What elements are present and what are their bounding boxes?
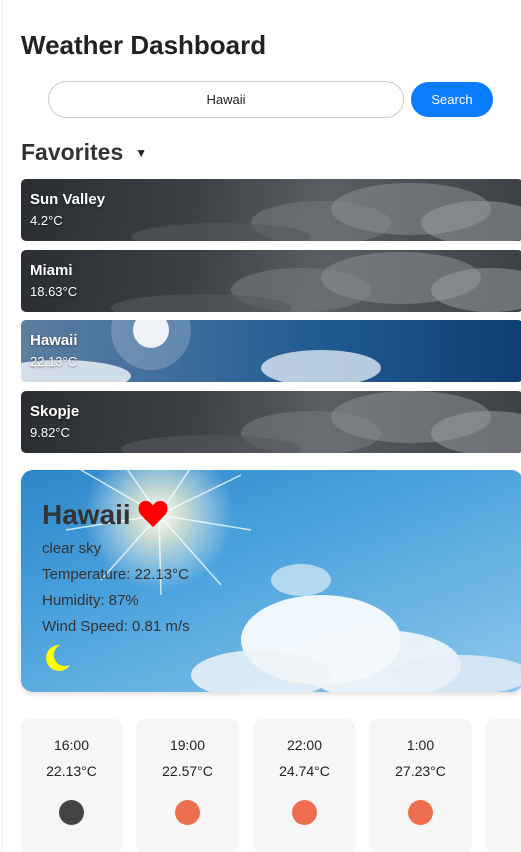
favorite-temp: 18.63°C — [30, 284, 78, 299]
temperature-text: Temperature: 22.13°C — [42, 566, 189, 583]
wind-speed-text: Wind Speed: 0.81 m/s — [42, 618, 190, 635]
heart-icon[interactable] — [138, 500, 168, 528]
forecast-time: 22:00 — [286, 737, 323, 753]
forecast-item: 1:00 27.23°C — [370, 719, 471, 852]
forecast-time: 1:00 — [406, 737, 435, 753]
favorite-name: Hawaii — [30, 332, 78, 349]
forecast-item: 19:00 22.57°C — [137, 719, 238, 852]
favorite-card-sun-valley[interactable]: Sun Valley 4.2°C — [21, 179, 521, 241]
favorite-name: Skopje — [30, 403, 80, 420]
favorite-card-miami[interactable]: Miami 18.63°C — [21, 250, 521, 312]
sky-background — [21, 320, 521, 382]
forecast-item: 22:00 24.74°C — [254, 719, 355, 852]
page-title: Weather Dashboard — [21, 30, 267, 60]
forecast-time: 16:00 — [53, 737, 90, 753]
forecast-item: 16:00 22.13°C — [21, 719, 122, 852]
favorite-card-skopje[interactable]: Skopje 9.82°C — [21, 391, 521, 453]
weather-dot-icon — [59, 800, 84, 825]
weather-dot-icon — [408, 800, 433, 825]
forecast-temp: 22.57°C — [162, 763, 213, 779]
current-weather-card: Hawaii clear sky Temperature: 22.13°C Hu… — [21, 470, 521, 692]
forecast-temp: 24.74°C — [279, 763, 330, 779]
forecast-temp: 22.13°C — [46, 763, 97, 779]
forecast-temp: 26 — [486, 763, 521, 779]
favorite-name: Sun Valley — [30, 191, 106, 208]
weather-dot-icon — [175, 800, 200, 825]
forecast-temp: 27.23°C — [395, 763, 446, 779]
humidity-text: Humidity: 87% — [42, 592, 139, 609]
forecast-list: 16:00 22.13°C 19:00 22.57°C 22:00 24.74°… — [21, 719, 521, 852]
favorite-temp: 22.13°C — [30, 354, 78, 369]
favorites-toggle[interactable]: Favorites ▼ — [21, 139, 147, 166]
cloud-background — [21, 391, 521, 453]
weather-description: clear sky — [42, 540, 102, 557]
forecast-item: 26 — [486, 719, 521, 852]
favorites-title: Favorites — [21, 139, 124, 165]
favorite-card-hawaii[interactable]: Hawaii 22.13°C — [21, 320, 521, 382]
search-input[interactable] — [48, 81, 404, 118]
favorite-temp: 4.2°C — [30, 213, 63, 228]
moon-icon — [46, 644, 70, 671]
current-city: Hawaii — [42, 499, 131, 530]
forecast-time: 19:00 — [169, 737, 206, 753]
caret-down-icon: ▼ — [135, 145, 148, 160]
favorite-name: Miami — [30, 262, 73, 279]
cloud-background — [21, 179, 521, 241]
search-button[interactable]: Search — [411, 82, 493, 117]
favorite-temp: 9.82°C — [30, 425, 70, 440]
weather-dot-icon — [292, 800, 317, 825]
weather-app: Weather Dashboard Search Favorites ▼ Sun… — [2, 0, 521, 852]
cloud-background — [21, 250, 521, 312]
